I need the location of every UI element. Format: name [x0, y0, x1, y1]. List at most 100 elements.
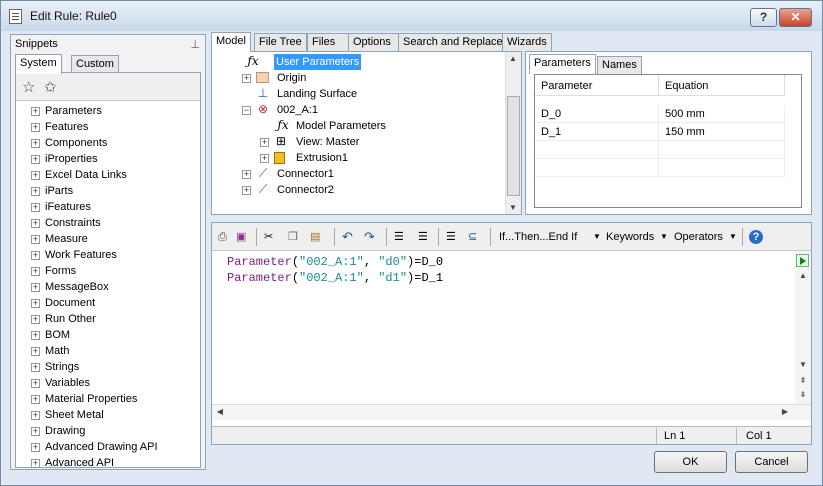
expand-icon[interactable]: +	[31, 427, 40, 436]
expand-icon[interactable]: +	[31, 347, 40, 356]
expand-icon[interactable]: +	[31, 219, 40, 228]
snippet-item[interactable]: + iParts	[16, 183, 200, 199]
tab-system[interactable]: System	[15, 54, 62, 74]
run-icon[interactable]	[796, 254, 809, 267]
expand-icon[interactable]: +	[31, 395, 40, 404]
chevron-down-icon[interactable]: ▼	[593, 228, 601, 246]
operators-menu[interactable]: Operators	[674, 228, 723, 246]
tab-search-replace[interactable]: Search and Replace	[398, 33, 503, 51]
snippet-item[interactable]: + Components	[16, 135, 200, 151]
param-name-cell[interactable]: D_0	[535, 105, 659, 123]
close-button[interactable]: ✕	[779, 8, 812, 27]
scroll-right-icon[interactable]: ▶	[778, 407, 792, 416]
snippet-item[interactable]: + Run Other	[16, 311, 200, 327]
expand-icon[interactable]: +	[31, 331, 40, 340]
snippet-item[interactable]: + Advanced API	[16, 455, 200, 471]
print-preview-icon[interactable]: ▣	[236, 228, 246, 246]
expand-icon[interactable]: +	[31, 171, 40, 180]
chevron-down-icon[interactable]: ▼	[660, 228, 668, 246]
collapse-icon[interactable]: −	[242, 106, 251, 115]
expand-icon[interactable]: +	[242, 186, 251, 195]
snippet-item[interactable]: + Material Properties	[16, 391, 200, 407]
snippet-item[interactable]: + Sheet Metal	[16, 407, 200, 423]
cut-icon[interactable]: ✂	[264, 228, 273, 246]
expand-icon[interactable]: +	[242, 170, 251, 179]
header-equation[interactable]: Equation	[659, 75, 785, 96]
scroll-thumb[interactable]	[507, 96, 520, 196]
expand-icon[interactable]: +	[31, 267, 40, 276]
pin-icon[interactable]: ⊥	[190, 38, 200, 51]
snippet-item[interactable]: + Forms	[16, 263, 200, 279]
tab-model[interactable]: Model	[211, 32, 251, 52]
snippet-item[interactable]: + Constraints	[16, 215, 200, 231]
cancel-button[interactable]: Cancel	[735, 451, 808, 473]
param-equation-cell[interactable]: 500 mm	[659, 105, 785, 123]
star-edit-icon[interactable]: ✩	[44, 78, 57, 96]
expand-icon[interactable]: +	[31, 107, 40, 116]
expand-icon[interactable]: +	[31, 379, 40, 388]
param-name-cell[interactable]: D_1	[535, 123, 659, 141]
header-parameter[interactable]: Parameter	[535, 75, 659, 96]
snippet-item[interactable]: + Measure	[16, 231, 200, 247]
keywords-menu[interactable]: Keywords	[606, 228, 654, 246]
snippet-item[interactable]: + Drawing	[16, 423, 200, 439]
expand-icon[interactable]: +	[31, 315, 40, 324]
expand-icon[interactable]: +	[242, 74, 251, 83]
scroll-page-down-icon[interactable]: ⇟	[796, 390, 810, 399]
tab-custom[interactable]: Custom	[71, 55, 119, 73]
copy-icon[interactable]: ❐	[288, 228, 298, 246]
help-icon[interactable]: ?	[749, 230, 763, 244]
expand-icon[interactable]: +	[31, 203, 40, 212]
snippet-item[interactable]: + Math	[16, 343, 200, 359]
uncomment-icon[interactable]: ⊆	[468, 228, 477, 246]
scroll-up-icon[interactable]: ▲	[796, 271, 810, 280]
snippet-item[interactable]: + Parameters	[16, 103, 200, 119]
help-button[interactable]: ?	[750, 8, 777, 27]
expand-icon[interactable]: +	[31, 363, 40, 372]
paste-icon[interactable]: ▤	[310, 228, 320, 246]
scroll-page-up-icon[interactable]: ⇞	[796, 376, 810, 385]
expand-icon[interactable]: +	[31, 123, 40, 132]
snippet-item[interactable]: + MessageBox	[16, 279, 200, 295]
indent-icon[interactable]: ☰	[394, 228, 404, 246]
snippet-item[interactable]: + Strings	[16, 359, 200, 375]
expand-icon[interactable]: +	[31, 139, 40, 148]
ok-button[interactable]: OK	[654, 451, 727, 473]
print-icon[interactable]: ⎙	[218, 228, 227, 246]
expand-icon[interactable]: +	[31, 155, 40, 164]
code-vertical-scrollbar[interactable]: ▲ ▼ ⇞ ⇟	[795, 251, 811, 404]
code-horizontal-scrollbar[interactable]: ◀ ▶	[212, 404, 811, 420]
scroll-left-icon[interactable]: ◀	[213, 407, 227, 416]
outdent-icon[interactable]: ☰	[418, 228, 428, 246]
expand-icon[interactable]: +	[31, 283, 40, 292]
snippet-item[interactable]: + iFeatures	[16, 199, 200, 215]
chevron-down-icon[interactable]: ▼	[729, 228, 737, 246]
scroll-down-icon[interactable]: ▼	[506, 203, 520, 212]
expand-icon[interactable]: +	[31, 299, 40, 308]
expand-icon[interactable]: +	[31, 459, 40, 468]
expand-icon[interactable]: +	[31, 235, 40, 244]
snippet-item[interactable]: + Work Features	[16, 247, 200, 263]
undo-icon[interactable]: ↶	[342, 228, 353, 246]
tab-files[interactable]: Files	[307, 33, 349, 51]
snippet-item[interactable]: + Variables	[16, 375, 200, 391]
if-then-button[interactable]: If...Then...End If	[499, 228, 577, 246]
snippet-item[interactable]: + Features	[16, 119, 200, 135]
snippet-item[interactable]: + BOM	[16, 327, 200, 343]
tab-options[interactable]: Options	[348, 33, 399, 51]
tab-names[interactable]: Names	[597, 56, 642, 74]
snippet-item[interactable]: + Document	[16, 295, 200, 311]
tab-wizards[interactable]: Wizards	[502, 33, 552, 51]
tab-parameters[interactable]: Parameters	[529, 54, 596, 74]
star-add-icon[interactable]: ☆	[22, 78, 35, 96]
snippet-item[interactable]: + iProperties	[16, 151, 200, 167]
code-editor[interactable]: Parameter("002_A:1", "d0")=D_0 Parameter…	[212, 251, 795, 404]
expand-icon[interactable]: +	[31, 443, 40, 452]
model-vertical-scrollbar[interactable]: ▲ ▼	[505, 52, 521, 214]
expand-icon[interactable]: +	[260, 154, 269, 163]
scroll-down-icon[interactable]: ▼	[796, 360, 810, 369]
expand-icon[interactable]: +	[31, 411, 40, 420]
tab-file-tree[interactable]: File Tree	[254, 33, 307, 51]
snippet-item[interactable]: + Advanced Drawing API	[16, 439, 200, 455]
expand-icon[interactable]: +	[31, 251, 40, 260]
